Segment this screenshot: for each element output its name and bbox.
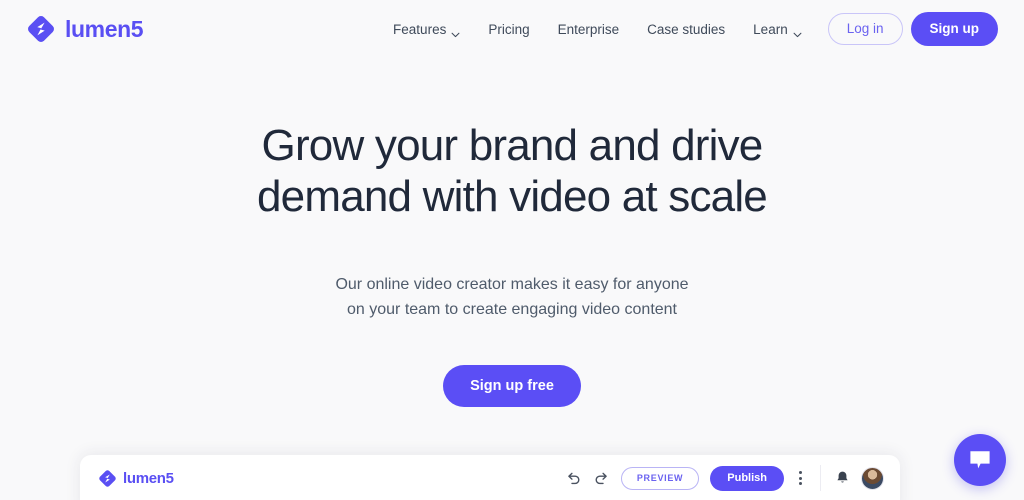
hero-headline-line-2: demand with video at scale	[257, 172, 768, 222]
nav-item-features[interactable]: Features	[379, 21, 474, 38]
chat-widget-button[interactable]	[954, 434, 1006, 486]
nav-label: Features	[393, 21, 447, 37]
redo-arrow-icon[interactable]	[593, 470, 610, 487]
mockup-toolbar-actions: PREVIEW Publish	[565, 465, 884, 491]
hero-headline: Grow your brand and drive demand with vi…	[0, 120, 1024, 223]
preview-button[interactable]: PREVIEW	[620, 466, 700, 490]
nav-label: Pricing	[488, 21, 530, 37]
app-preview-mockup: lumen5 PREVIEW Publish	[80, 455, 900, 500]
nav-label: Case studies	[647, 21, 726, 37]
main-navigation: Features Pricing Enterprise Case studies…	[379, 12, 998, 46]
user-avatar[interactable]	[861, 466, 884, 490]
chat-bubble-icon	[968, 449, 992, 471]
lumen5-diamond-logo-icon	[98, 469, 117, 488]
undo-arrow-icon[interactable]	[565, 470, 582, 487]
header-actions: Log in Sign up	[827, 12, 998, 46]
nav-label: Learn	[753, 21, 788, 37]
brand-name: lumen5	[65, 15, 144, 42]
toolbar-divider	[820, 465, 821, 491]
nav-item-case-studies[interactable]: Case studies	[633, 22, 739, 37]
hero-cta-container: Sign up free	[0, 364, 1024, 408]
signup-free-button[interactable]: Sign up free	[443, 364, 581, 408]
hero-subtitle-line-1: Our online video creator makes it easy f…	[335, 275, 689, 293]
hero-subtitle-line-2: on your team to create engaging video co…	[347, 300, 677, 318]
publish-button[interactable]: Publish	[710, 465, 784, 491]
mockup-brand-logo: lumen5	[98, 469, 174, 488]
lumen5-diamond-logo-icon	[26, 14, 56, 44]
hero-subtitle: Our online video creator makes it easy f…	[0, 273, 1024, 323]
mockup-brand-name: lumen5	[123, 469, 174, 487]
vertical-dots-icon[interactable]	[795, 471, 806, 485]
chevron-down-icon	[793, 26, 802, 38]
brand-logo[interactable]: lumen5	[26, 14, 144, 44]
nav-item-enterprise[interactable]: Enterprise	[544, 22, 634, 37]
hero-headline-line-1: Grow your brand and drive	[261, 121, 764, 170]
hero-section: Grow your brand and drive demand with vi…	[0, 120, 1024, 408]
landing-page: lumen5 Features Pricing Enterprise Case …	[0, 0, 1024, 500]
login-button[interactable]: Log in	[827, 13, 903, 45]
mockup-toolbar: lumen5 PREVIEW Publish	[80, 455, 900, 500]
signup-button[interactable]: Sign up	[910, 12, 998, 46]
site-header: lumen5 Features Pricing Enterprise Case …	[0, 0, 1024, 58]
chevron-down-icon	[451, 26, 460, 38]
nav-label: Enterprise	[557, 21, 620, 37]
nav-item-learn[interactable]: Learn	[739, 21, 816, 38]
bell-icon[interactable]	[835, 470, 850, 486]
nav-item-pricing[interactable]: Pricing	[474, 22, 543, 37]
